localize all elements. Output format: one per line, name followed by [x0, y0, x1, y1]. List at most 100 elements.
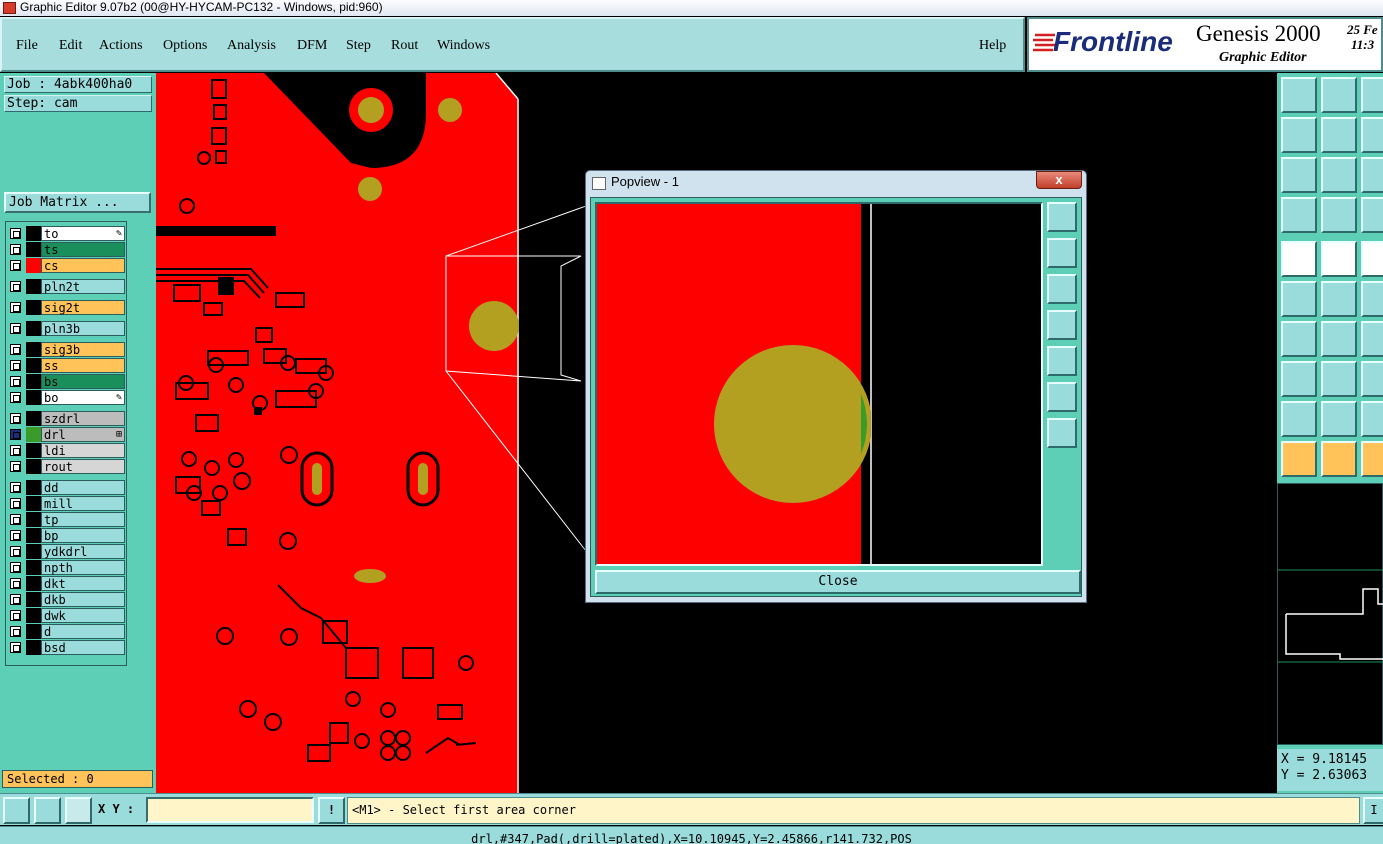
layer-name[interactable]: dd: [41, 480, 125, 495]
zoom-center-icon[interactable]: [1321, 157, 1357, 193]
layer-checkbox[interactable]: [10, 344, 21, 355]
layer-checkbox[interactable]: [10, 530, 21, 541]
popview-fit-icon[interactable]: [1047, 382, 1077, 412]
layer-name[interactable]: dkt: [41, 576, 125, 591]
grid-icon[interactable]: [1321, 197, 1357, 233]
layer-color-swatch[interactable]: [26, 321, 41, 336]
layer-name[interactable]: dwk: [41, 608, 125, 623]
popview-close-button[interactable]: Close: [595, 570, 1081, 594]
layer-name[interactable]: pln2t: [41, 279, 125, 294]
delete-icon[interactable]: [1321, 281, 1357, 317]
layer-row[interactable]: rout: [6, 459, 128, 474]
one-to-one-icon[interactable]: [1361, 157, 1383, 193]
layer-row[interactable]: dkb: [6, 592, 128, 607]
layer-name[interactable]: rout: [41, 459, 125, 474]
popview-left-icon[interactable]: [1047, 310, 1077, 340]
layer-checkbox[interactable]: [10, 260, 21, 271]
layer-row[interactable]: bo ✎: [6, 390, 128, 405]
layer-name[interactable]: ldi: [41, 443, 125, 458]
cut-line-icon[interactable]: [1321, 361, 1357, 397]
layer-row[interactable]: cs: [6, 258, 128, 273]
layer-name[interactable]: mill: [41, 496, 125, 511]
house-icon[interactable]: [1361, 77, 1383, 113]
layer-checkbox[interactable]: [10, 445, 21, 456]
layer-name[interactable]: ts: [41, 242, 125, 257]
menu-file[interactable]: File: [16, 38, 38, 54]
layer-name[interactable]: ydkdrl: [41, 544, 125, 559]
layer-color-swatch[interactable]: [26, 624, 41, 639]
close-icon[interactable]: x: [1036, 171, 1082, 189]
layer-color-swatch[interactable]: [26, 411, 41, 426]
layer-color-swatch[interactable]: [26, 427, 41, 442]
connect-icon[interactable]: [1281, 281, 1317, 317]
layer-row[interactable]: to ✎: [6, 226, 128, 241]
layer-row[interactable]: dwk: [6, 608, 128, 623]
layer-row[interactable]: ldi: [6, 443, 128, 458]
line-add-icon[interactable]: [1321, 241, 1357, 277]
measure-icon[interactable]: [1281, 197, 1317, 233]
layer-name[interactable]: sig2t: [41, 300, 125, 315]
job-matrix-button[interactable]: Job Matrix ...: [4, 192, 151, 213]
layer-checkbox[interactable]: [10, 244, 21, 255]
layer-row[interactable]: bsd: [6, 640, 128, 655]
select-box-icon[interactable]: [1321, 441, 1357, 477]
layer-row[interactable]: ts: [6, 242, 128, 257]
layer-color-swatch[interactable]: [26, 443, 41, 458]
layer-checkbox[interactable]: [10, 323, 21, 334]
layer-checkbox[interactable]: [10, 578, 21, 589]
layer-row[interactable]: mill: [6, 496, 128, 511]
popview-right-icon[interactable]: [1047, 346, 1077, 376]
layer-row[interactable]: d: [6, 624, 128, 639]
menu-edit[interactable]: Edit: [59, 38, 82, 54]
layer-color-swatch[interactable]: [26, 480, 41, 495]
layer-name[interactable]: d: [41, 624, 125, 639]
layer-name[interactable]: bs: [41, 374, 125, 389]
pan-left-icon[interactable]: [1281, 117, 1317, 153]
layer-row[interactable]: pln2t: [6, 279, 128, 294]
layer-name[interactable]: to ✎: [41, 226, 125, 241]
layer-row[interactable]: bs: [6, 374, 128, 389]
menu-help[interactable]: Help: [979, 38, 1006, 54]
layer-checkbox[interactable]: [10, 360, 21, 371]
layer-name[interactable]: bsd: [41, 640, 125, 655]
layer-color-swatch[interactable]: [26, 279, 41, 294]
undo-view-icon[interactable]: [1361, 117, 1383, 153]
layer-name[interactable]: szdrl: [41, 411, 125, 426]
layer-checkbox[interactable]: [10, 376, 21, 387]
layer-color-swatch[interactable]: [26, 358, 41, 373]
arc-icon[interactable]: [1361, 321, 1383, 357]
menu-dfm[interactable]: DFM: [297, 38, 327, 54]
ruler-icon[interactable]: [1361, 241, 1383, 277]
angle-icon[interactable]: [1361, 401, 1383, 437]
layer-checkbox[interactable]: [10, 626, 21, 637]
layer-color-swatch[interactable]: [26, 496, 41, 511]
triangle-icon[interactable]: [1281, 401, 1317, 437]
layer-color-swatch[interactable]: [26, 544, 41, 559]
zoom-down-icon[interactable]: [1321, 77, 1357, 113]
info-button[interactable]: I: [1363, 797, 1383, 824]
menu-rout[interactable]: Rout: [391, 38, 418, 54]
layer-checkbox[interactable]: [10, 392, 21, 403]
layer-checkbox[interactable]: [10, 302, 21, 313]
layer-scrollbar[interactable]: [130, 221, 152, 666]
snap-mode-icon[interactable]: [3, 797, 30, 824]
layer-name[interactable]: ss: [41, 358, 125, 373]
layer-name[interactable]: bo ✎: [41, 390, 125, 405]
layer-name[interactable]: bp: [41, 528, 125, 543]
layer-checkbox[interactable]: [10, 642, 21, 653]
layer-row[interactable]: pln3b: [6, 321, 128, 336]
layer-row[interactable]: sig2t: [6, 300, 128, 315]
layer-color-swatch[interactable]: [26, 390, 41, 405]
layer-color-swatch[interactable]: [26, 576, 41, 591]
angle-snap-icon[interactable]: [34, 797, 61, 824]
rotate-icon[interactable]: [1361, 281, 1383, 317]
layer-checkbox[interactable]: [10, 228, 21, 239]
menu-actions[interactable]: Actions: [99, 38, 143, 54]
layer-color-swatch[interactable]: [26, 459, 41, 474]
layer-color-swatch[interactable]: [26, 528, 41, 543]
layer-checkbox[interactable]: [10, 562, 21, 573]
layer-checkbox[interactable]: [10, 546, 21, 557]
pan-right-icon[interactable]: [1321, 117, 1357, 153]
layer-color-swatch[interactable]: [26, 640, 41, 655]
layer-row[interactable]: bp: [6, 528, 128, 543]
